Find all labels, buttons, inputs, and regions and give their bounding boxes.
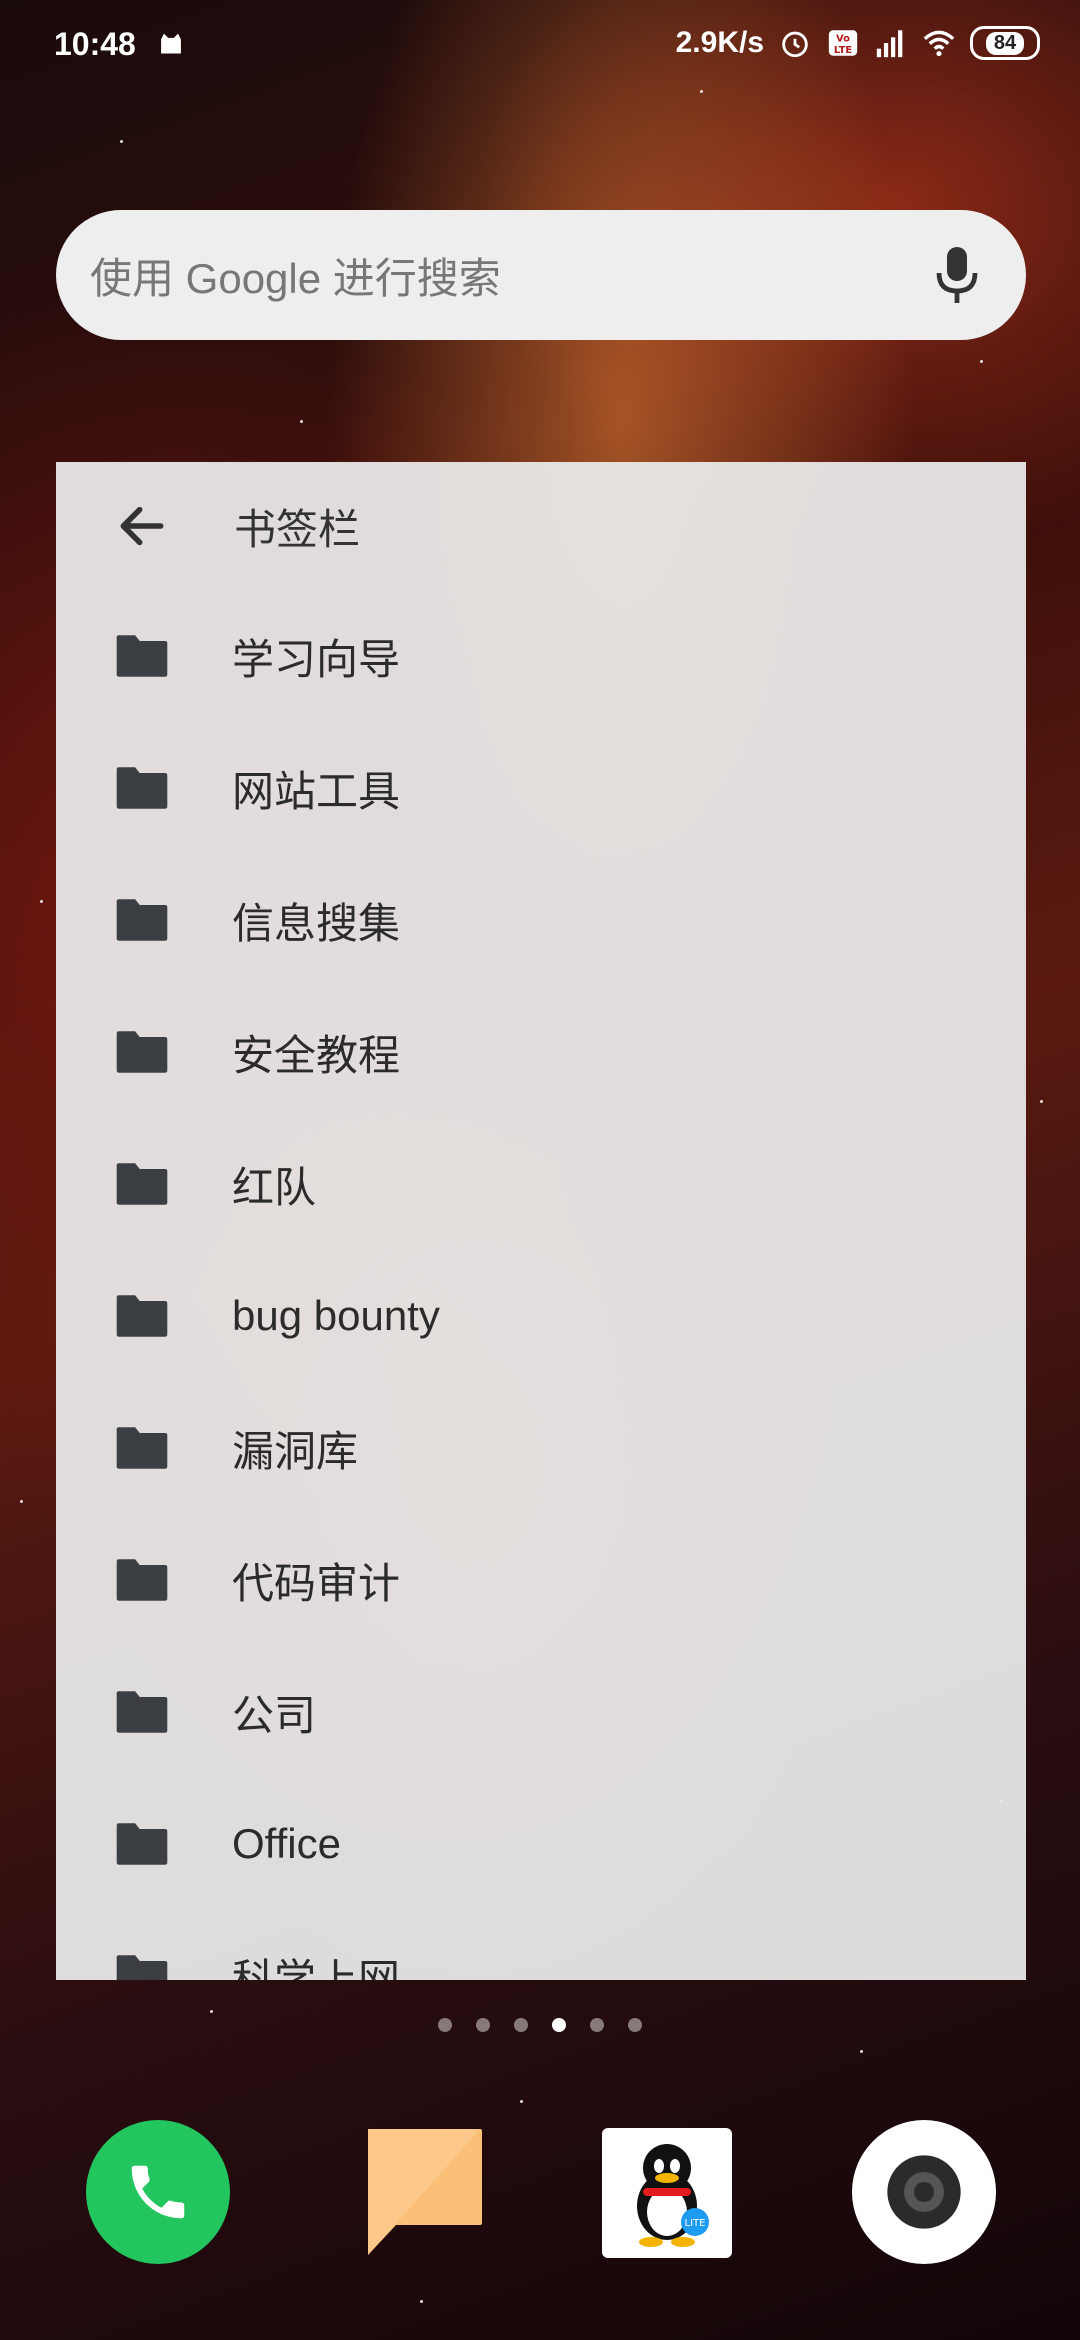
folder-label: 信息搜集 bbox=[232, 899, 401, 947]
folder-label: bug bounty bbox=[232, 1292, 440, 1339]
bookmarks-widget: 书签栏 学习向导 网站工具 信息搜集 安全教程 红队 bug bounty 漏洞… bbox=[56, 462, 1026, 1980]
google-search-bar[interactable]: 使用 Google 进行搜索 bbox=[56, 210, 1026, 340]
folder-item[interactable]: bug bounty bbox=[56, 1250, 1026, 1382]
cat-notification-icon bbox=[160, 33, 181, 53]
page-dot-active bbox=[552, 2018, 566, 2032]
folder-label: 代码审计 bbox=[232, 1559, 401, 1607]
camera-app[interactable] bbox=[852, 2120, 996, 2264]
page-dot bbox=[438, 2018, 452, 2032]
folder-item[interactable]: 信息搜集 bbox=[56, 854, 1026, 986]
folder-item[interactable]: 代码审计 bbox=[56, 1514, 1026, 1646]
battery-indicator: 84 bbox=[970, 26, 1040, 60]
volte-icon: Vo LTE bbox=[828, 30, 858, 56]
folder-item[interactable]: 科学上网 bbox=[56, 1910, 1026, 1980]
folder-icon bbox=[116, 1163, 168, 1205]
folder-icon bbox=[116, 635, 168, 677]
qq-lite-app[interactable]: LITE bbox=[602, 2128, 732, 2258]
network-speed: 2.9K/s bbox=[675, 26, 764, 59]
folder-label: Office bbox=[232, 1820, 341, 1867]
camera-icon bbox=[887, 2155, 961, 2229]
folder-icon bbox=[116, 767, 168, 809]
folder-icon bbox=[116, 1427, 168, 1469]
folder-icon bbox=[116, 1031, 168, 1073]
folder-label: 公司 bbox=[232, 1691, 317, 1739]
bookmark-folder-list: 学习向导 网站工具 信息搜集 安全教程 红队 bug bounty 漏洞库 代码… bbox=[56, 590, 1026, 1980]
page-dot bbox=[628, 2018, 642, 2032]
signal-icon bbox=[876, 30, 903, 58]
folder-label: 网站工具 bbox=[232, 767, 401, 815]
bookmarks-title: 书签栏 bbox=[234, 505, 361, 553]
phone-app[interactable] bbox=[86, 2120, 230, 2264]
search-placeholder[interactable]: 使用 Google 进行搜索 bbox=[90, 245, 932, 306]
folder-label: 科学上网 bbox=[232, 1955, 401, 1981]
app-dock: LITE bbox=[0, 2120, 1080, 2270]
battery-level: 84 bbox=[985, 31, 1025, 55]
messages-app[interactable] bbox=[352, 2120, 496, 2264]
folder-icon bbox=[116, 1955, 168, 1980]
folder-item[interactable]: 学习向导 bbox=[56, 590, 1026, 722]
folder-item[interactable]: 红队 bbox=[56, 1118, 1026, 1250]
folder-label: 漏洞库 bbox=[232, 1427, 359, 1475]
folder-label: 安全教程 bbox=[232, 1031, 401, 1079]
qq-lite-icon: LITE bbox=[637, 2144, 709, 2247]
folder-item[interactable]: Office bbox=[56, 1778, 1026, 1910]
svg-text:LITE: LITE bbox=[685, 2218, 706, 2229]
microphone-icon[interactable] bbox=[932, 245, 982, 305]
messages-icon bbox=[368, 2129, 482, 2255]
page-dot bbox=[514, 2018, 528, 2032]
svg-text:Vo: Vo bbox=[836, 34, 850, 45]
folder-icon bbox=[116, 899, 168, 941]
status-bar: 10:48 2.9K/s Vo LTE 84 bbox=[0, 0, 1080, 90]
folder-icon bbox=[116, 1691, 168, 1733]
folder-icon bbox=[116, 1295, 168, 1337]
svg-text:LTE: LTE bbox=[834, 45, 852, 56]
phone-icon bbox=[131, 2165, 185, 2219]
page-indicator bbox=[0, 2018, 1080, 2032]
bookmarks-header: 书签栏 bbox=[56, 462, 1026, 590]
alarm-icon bbox=[782, 31, 808, 58]
folder-label: 红队 bbox=[232, 1163, 317, 1211]
back-arrow-icon[interactable] bbox=[114, 498, 170, 554]
folder-icon bbox=[116, 1559, 168, 1601]
wifi-icon bbox=[923, 30, 955, 57]
page-dot bbox=[590, 2018, 604, 2032]
folder-icon bbox=[116, 1823, 168, 1865]
page-dot bbox=[476, 2018, 490, 2032]
folder-item[interactable]: 漏洞库 bbox=[56, 1382, 1026, 1514]
folder-item[interactable]: 公司 bbox=[56, 1646, 1026, 1778]
folder-item[interactable]: 网站工具 bbox=[56, 722, 1026, 854]
folder-item[interactable]: 安全教程 bbox=[56, 986, 1026, 1118]
folder-label: 学习向导 bbox=[232, 635, 401, 683]
status-time: 10:48 bbox=[54, 26, 136, 62]
